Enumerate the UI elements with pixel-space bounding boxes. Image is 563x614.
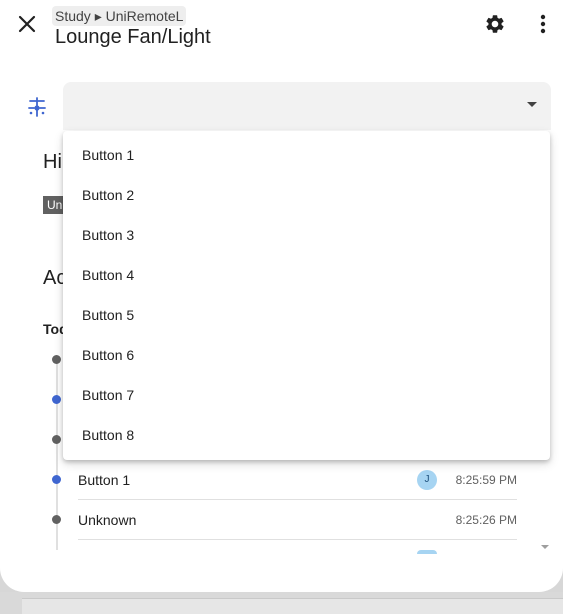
timeline-dot [52, 395, 61, 404]
close-button[interactable] [12, 9, 42, 39]
menu-item-button-4[interactable]: Button 4 [63, 255, 550, 295]
menu-item-button-5[interactable]: Button 5 [63, 295, 550, 335]
timeline-dot [52, 355, 61, 364]
remote-button-icon [28, 97, 46, 117]
menu-item-button-7[interactable]: Button 7 [63, 375, 550, 415]
menu-item-button-8[interactable]: Button 8 [63, 415, 550, 455]
activity-row-label: Unknown [78, 512, 137, 528]
activity-row[interactable]: Button 1 J 8:25:59 PM [78, 460, 517, 500]
more-menu-button[interactable] [530, 10, 556, 38]
breadcrumb: Study ▸ UniRemoteL [52, 6, 187, 26]
activity-row-time: 8:25:59 PM [455, 473, 517, 487]
close-icon [18, 15, 36, 33]
timeline-dot [52, 475, 61, 484]
timeline-dot [52, 515, 61, 524]
more-vert-icon [540, 14, 546, 34]
activity-row[interactable]: Unknown 8:25:26 PM [78, 500, 517, 540]
menu-item-button-1[interactable]: Button 1 [63, 135, 550, 175]
scroll-down-icon[interactable] [541, 545, 549, 549]
more-info-dialog: Study ▸ UniRemoteL Lounge Fan/Light Hi U… [0, 0, 563, 592]
background-page [0, 592, 563, 614]
background-panel [22, 598, 563, 614]
menu-item-button-6[interactable]: Button 6 [63, 335, 550, 375]
button-select[interactable] [63, 82, 551, 130]
activity-row-label: Button 1 [78, 472, 131, 488]
dropdown-arrow-icon [527, 102, 537, 107]
timeline-dot [52, 435, 61, 444]
menu-item-button-3[interactable]: Button 3 [63, 215, 550, 255]
user-avatar [417, 550, 437, 554]
gear-icon [486, 15, 504, 33]
menu-item-button-2[interactable]: Button 2 [63, 175, 550, 215]
entity-icon-wrapper [24, 94, 50, 120]
user-avatar: J [417, 470, 437, 490]
history-heading: Hi [43, 151, 62, 173]
activity-row-time: 8:25:26 PM [455, 513, 517, 527]
dialog-title: Lounge Fan/Light [55, 26, 211, 48]
button-select-menu: Button 1 Button 2 Button 3 Button 4 Butt… [63, 131, 550, 460]
settings-button[interactable] [481, 10, 509, 38]
